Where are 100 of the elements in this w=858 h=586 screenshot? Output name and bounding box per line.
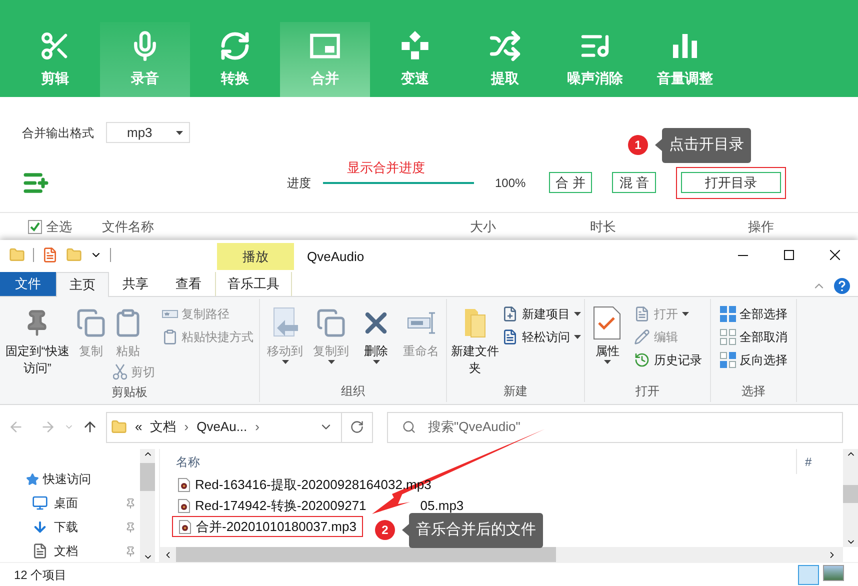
help-icon[interactable] bbox=[834, 278, 850, 294]
context-tab-header: 播放 bbox=[217, 243, 294, 270]
callout-pointer bbox=[402, 524, 409, 536]
address-bar[interactable]: « 文档 › QveAu... › bbox=[106, 412, 373, 442]
ribbon-button[interactable]: 属性 bbox=[593, 303, 622, 364]
scissors-icon bbox=[112, 364, 127, 380]
group-label: 选择 bbox=[740, 383, 766, 400]
caret-icon bbox=[372, 360, 380, 364]
callout-label: 音乐合并后的文件 bbox=[409, 513, 543, 548]
select-all-checkbox[interactable] bbox=[28, 220, 42, 234]
search-field[interactable]: 搜索"QveAudio" bbox=[387, 412, 843, 442]
document-icon bbox=[32, 543, 48, 559]
scrollbar-thumb[interactable] bbox=[140, 463, 155, 491]
ribbon-button[interactable]: 固定到“快速访问” bbox=[5, 303, 70, 377]
ribbon-tab[interactable]: 音乐工具 bbox=[215, 272, 292, 296]
action-button[interactable]: 合 并 bbox=[548, 172, 592, 193]
caret-icon bbox=[176, 130, 183, 134]
monitor-icon bbox=[32, 495, 48, 511]
file-row[interactable]: Red-174942-转换-202009271 05.mp3 bbox=[172, 495, 470, 516]
minimize-icon bbox=[738, 254, 748, 256]
ribbon-button[interactable]: 全部取消 bbox=[720, 326, 788, 348]
scrollbar-thumb[interactable] bbox=[176, 547, 556, 562]
caret-icon bbox=[328, 360, 334, 364]
breadcrumb-item[interactable]: › bbox=[255, 417, 260, 437]
window-title: QveAudio bbox=[307, 248, 364, 266]
grid-icon bbox=[720, 306, 736, 322]
scrollbar-thumb[interactable] bbox=[843, 485, 858, 503]
ribbon-button[interactable]: 轻松访问 bbox=[502, 326, 581, 348]
scrollbar[interactable] bbox=[160, 547, 843, 562]
details-view-icon[interactable] bbox=[798, 564, 819, 584]
breadcrumb-item[interactable]: QveAu... bbox=[196, 417, 248, 437]
close-icon bbox=[830, 250, 840, 260]
download-icon bbox=[32, 519, 48, 535]
callout-pointer bbox=[655, 139, 662, 152]
ribbon-button[interactable]: 全部选择 bbox=[720, 303, 788, 325]
star-icon bbox=[26, 472, 39, 486]
ribbon-tab[interactable]: 查看 bbox=[162, 272, 215, 296]
history-icon bbox=[634, 352, 650, 368]
breadcrumb-item[interactable]: « bbox=[135, 417, 142, 437]
maximize-icon bbox=[784, 250, 794, 260]
document-icon bbox=[634, 306, 650, 322]
step-number: 1 bbox=[628, 135, 648, 156]
nav-item[interactable]: 文档 bbox=[0, 539, 140, 563]
ribbon-tab[interactable]: 共享 bbox=[109, 272, 162, 296]
nav-item[interactable]: 桌面 bbox=[0, 491, 140, 515]
clipboard-icon bbox=[162, 329, 178, 345]
callout-label: 点击开目录 bbox=[662, 128, 751, 162]
format-label: 合并输出格式 bbox=[22, 124, 94, 142]
shuffle-icon bbox=[489, 30, 521, 62]
breadcrumb-item[interactable]: › bbox=[184, 417, 189, 437]
pencil-icon bbox=[634, 329, 650, 345]
folder-icon bbox=[111, 419, 127, 435]
document-icon bbox=[502, 329, 518, 345]
ribbon-button[interactable]: 删除 bbox=[359, 303, 393, 364]
progress-reading: 100% bbox=[495, 175, 526, 192]
ribbon-button[interactable]: 新建文件夹 bbox=[450, 303, 500, 377]
breadcrumb-item[interactable]: 文档 bbox=[150, 417, 176, 437]
ribbon-button[interactable]: 反向选择 bbox=[720, 349, 788, 371]
progress-label: 进度 bbox=[287, 175, 311, 192]
scrollbar[interactable] bbox=[140, 449, 155, 562]
search-icon bbox=[402, 420, 416, 434]
column-header[interactable]: # bbox=[796, 449, 812, 474]
nav-item[interactable]: 快速访问 bbox=[0, 467, 140, 491]
up-icon[interactable] bbox=[82, 419, 98, 435]
new-file-icon bbox=[502, 306, 518, 322]
ribbon-button[interactable]: 历史记录 bbox=[634, 349, 702, 371]
forward-icon[interactable] bbox=[40, 419, 56, 435]
format-select[interactable]: mp3 bbox=[106, 122, 190, 143]
progress-caption: 显示合并进度 bbox=[347, 159, 425, 177]
caret-icon bbox=[574, 335, 581, 339]
grid-icon bbox=[720, 329, 736, 345]
audio-file-icon bbox=[179, 520, 191, 534]
back-icon[interactable] bbox=[8, 419, 24, 435]
caret-icon bbox=[604, 360, 611, 364]
copy-icon bbox=[76, 308, 106, 338]
move-to-folder-icon bbox=[271, 307, 299, 339]
folder-icon[interactable] bbox=[66, 247, 82, 263]
column-header: 操作 bbox=[748, 218, 774, 236]
column-header: 时长 bbox=[590, 218, 617, 236]
file-row[interactable]: 合并-20201010180037.mp3 bbox=[172, 516, 364, 537]
grid-icon bbox=[720, 352, 736, 368]
document-check-icon bbox=[593, 306, 622, 340]
column-header: 大小 bbox=[470, 218, 497, 236]
action-button[interactable]: 打开目录 bbox=[680, 172, 781, 193]
column-header: 文件名称 bbox=[102, 218, 155, 236]
audio-file-icon bbox=[178, 498, 190, 512]
group-label: 打开 bbox=[634, 383, 660, 400]
folder-icon[interactable] bbox=[9, 247, 25, 263]
thumbnail-view-icon[interactable] bbox=[823, 564, 844, 580]
ribbon-button[interactable]: 新建项目 bbox=[502, 303, 581, 325]
group-label: 组织 bbox=[340, 383, 366, 400]
nav-item[interactable]: 下载 bbox=[0, 515, 140, 539]
caret-icon bbox=[574, 312, 581, 316]
action-button[interactable]: 混 音 bbox=[612, 172, 656, 193]
select-all-label: 全选 bbox=[46, 218, 72, 236]
ribbon-tab[interactable]: 主页 bbox=[56, 272, 109, 297]
ribbon-tab[interactable]: 文件 bbox=[0, 272, 56, 296]
scrollbar[interactable] bbox=[843, 449, 858, 547]
refresh-icon[interactable] bbox=[350, 420, 364, 434]
column-header[interactable]: 名称 bbox=[176, 452, 796, 470]
